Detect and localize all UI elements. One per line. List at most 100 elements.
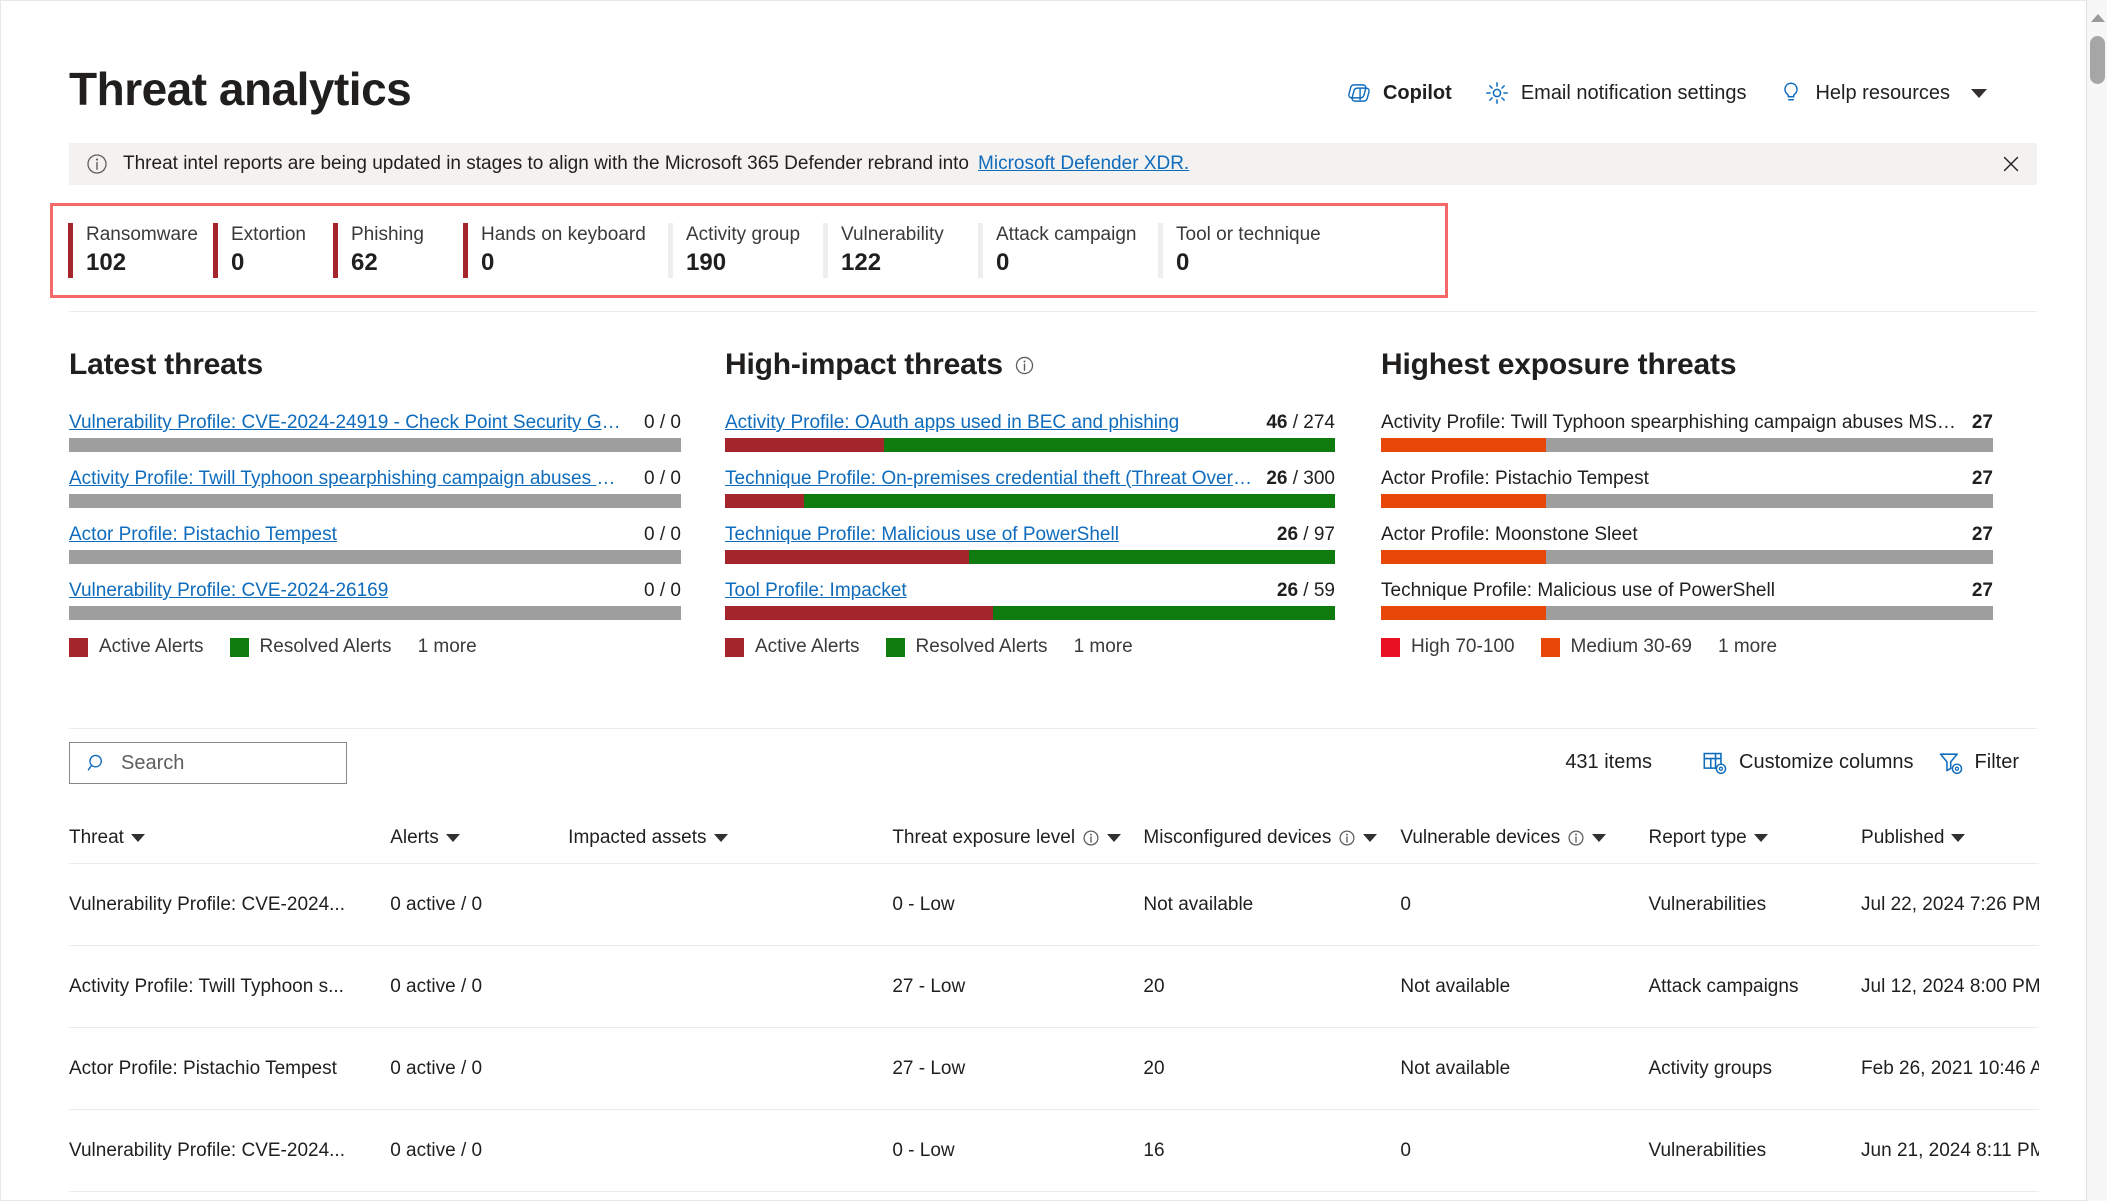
cell-report-type: Attack campaigns bbox=[1648, 975, 1799, 997]
column-header-label: Misconfigured devices bbox=[1143, 826, 1332, 848]
column-header-published[interactable]: Published bbox=[1861, 827, 2039, 849]
legend-item[interactable]: High 70-100 bbox=[1381, 636, 1515, 658]
info-icon[interactable] bbox=[1014, 355, 1035, 376]
table-row[interactable]: Actor Profile: Pistachio Tempest 0 active… bbox=[69, 1028, 2039, 1110]
threat-bar bbox=[1381, 606, 1993, 620]
column-header-threat[interactable]: Threat bbox=[69, 827, 390, 849]
legend-label: Active Alerts bbox=[99, 636, 204, 657]
cell-alerts: 0 active / 0 bbox=[390, 975, 483, 997]
info-icon[interactable] bbox=[1082, 829, 1100, 847]
legend-more[interactable]: 1 more bbox=[1074, 636, 1133, 658]
table-row[interactable]: Activity Profile: Twill Typhoon s... 0 ac… bbox=[69, 946, 2039, 1028]
chevron-down-icon[interactable] bbox=[1971, 88, 1987, 98]
cell-report-type: Vulnerabilities bbox=[1648, 1139, 1767, 1161]
cell-misconfigured: 20 bbox=[1143, 975, 1165, 997]
tile-value: 102 bbox=[86, 249, 127, 276]
threat-bar bbox=[69, 606, 681, 620]
chevron-down-icon[interactable] bbox=[1592, 833, 1607, 842]
scrollbar-thumb[interactable] bbox=[2090, 36, 2105, 84]
card-title: High-impact threats bbox=[725, 348, 1003, 381]
threat-value: 0 / 0 bbox=[644, 468, 681, 489]
legend-swatch bbox=[69, 637, 88, 657]
legend-item[interactable]: Resolved Alerts bbox=[229, 636, 392, 658]
cell-report-type: Activity groups bbox=[1648, 1057, 1773, 1079]
chevron-down-icon[interactable] bbox=[1753, 833, 1768, 842]
summary-tile[interactable]: Ransomware 102 bbox=[68, 223, 213, 278]
filter-label: Filter bbox=[1974, 751, 2019, 773]
threat-name[interactable]: Tool Profile: Impacket bbox=[725, 580, 907, 602]
gear-icon bbox=[1485, 82, 1508, 104]
column-header-alerts[interactable]: Alerts bbox=[390, 827, 568, 849]
threat-name[interactable]: Technique Profile: On-premises credentia… bbox=[725, 468, 1252, 490]
summary-tile[interactable]: Hands on keyboard 0 bbox=[463, 223, 668, 278]
help-resources-button[interactable]: Help resources bbox=[1762, 76, 2003, 110]
legend-item[interactable]: Active Alerts bbox=[725, 636, 860, 658]
vertical-scrollbar[interactable] bbox=[2086, 0, 2107, 1201]
threat-name[interactable]: Vulnerability Profile: CVE-2024-24919 - … bbox=[69, 412, 630, 434]
column-header-vulnerable-devices[interactable]: Vulnerable devices bbox=[1400, 827, 1648, 849]
cell-alerts: 0 active / 0 bbox=[390, 893, 483, 915]
legend-label: Active Alerts bbox=[755, 636, 860, 657]
column-header-label: Report type bbox=[1648, 826, 1747, 848]
summary-tile[interactable]: Vulnerability 122 bbox=[823, 223, 978, 278]
highest-exposure-rows: Activity Profile: Twill Typhoon spearphi… bbox=[1381, 412, 1993, 620]
copilot-label: Copilot bbox=[1382, 81, 1452, 104]
table-row[interactable]: Vulnerability Profile: CVE-2024... 0 acti… bbox=[69, 864, 2039, 946]
threat-value: 27 bbox=[1971, 468, 1993, 489]
column-header-impacted-assets[interactable]: Impacted assets bbox=[568, 827, 892, 849]
threat-bar bbox=[69, 494, 681, 508]
chevron-down-icon[interactable] bbox=[1363, 833, 1378, 842]
info-icon bbox=[87, 154, 107, 174]
info-icon[interactable] bbox=[1338, 829, 1356, 847]
chevron-down-icon[interactable] bbox=[445, 833, 460, 842]
info-icon[interactable] bbox=[1567, 829, 1585, 847]
cell-vulnerable: Not available bbox=[1400, 1057, 1511, 1079]
email-notification-settings-button[interactable]: Email notification settings bbox=[1468, 76, 1763, 110]
chevron-down-icon[interactable] bbox=[130, 833, 145, 842]
threat-name[interactable]: Activity Profile: OAuth apps used in BEC… bbox=[725, 412, 1179, 434]
chevron-down-icon[interactable] bbox=[1951, 833, 1966, 842]
filter-button[interactable]: Filter bbox=[1938, 750, 2019, 775]
legend-label: High 70-100 bbox=[1411, 636, 1515, 657]
summary-tile[interactable]: Phishing 62 bbox=[333, 223, 463, 278]
cell-report-type: Vulnerabilities bbox=[1648, 893, 1767, 915]
header-actions: Copilot Email notification settings Help… bbox=[1330, 76, 2003, 110]
legend-item[interactable]: Active Alerts bbox=[69, 636, 204, 658]
column-header-report-type[interactable]: Report type bbox=[1648, 827, 1861, 849]
threat-value: 0 / 0 bbox=[644, 524, 681, 545]
threat-name[interactable]: Technique Profile: Malicious use of Powe… bbox=[725, 524, 1119, 546]
search-input[interactable]: Search bbox=[69, 742, 347, 784]
threat-row: Vulnerability Profile: CVE-2024-26169 0 /… bbox=[69, 580, 681, 620]
scroll-up-arrow-icon[interactable] bbox=[2091, 14, 2105, 22]
threat-name[interactable]: Actor Profile: Pistachio Tempest bbox=[69, 524, 337, 546]
tile-label: Phishing bbox=[351, 224, 424, 245]
column-header-misconfigured-devices[interactable]: Misconfigured devices bbox=[1143, 827, 1400, 849]
summary-tile[interactable]: Activity group 190 bbox=[668, 223, 823, 278]
copilot-button[interactable]: Copilot bbox=[1330, 76, 1468, 110]
summary-tile[interactable]: Extortion 0 bbox=[213, 223, 333, 278]
threat-name[interactable]: Vulnerability Profile: CVE-2024-26169 bbox=[69, 580, 388, 602]
legend-more[interactable]: 1 more bbox=[1718, 636, 1777, 658]
threat-name[interactable]: Activity Profile: Twill Typhoon spearphi… bbox=[69, 468, 630, 490]
close-icon[interactable] bbox=[1999, 152, 2023, 176]
cell-exposure: 0 - Low bbox=[892, 1139, 955, 1161]
column-header-threat-exposure-level[interactable]: Threat exposure level bbox=[892, 827, 1143, 849]
cell-published: Jul 12, 2024 8:00 PM bbox=[1861, 975, 2039, 997]
customize-columns-button[interactable]: Customize columns bbox=[1702, 750, 1914, 775]
info-banner: Threat intel reports are being updated i… bbox=[69, 143, 2037, 185]
banner-link[interactable]: Microsoft Defender XDR. bbox=[978, 153, 1189, 175]
chevron-down-icon[interactable] bbox=[713, 833, 728, 842]
legend-item[interactable]: Medium 30-69 bbox=[1540, 636, 1692, 658]
cell-exposure: 0 - Low bbox=[892, 893, 955, 915]
cell-misconfigured: Not available bbox=[1143, 893, 1254, 915]
table-row[interactable]: Vulnerability Profile: CVE-2024... 0 acti… bbox=[69, 1110, 2039, 1192]
tile-value: 0 bbox=[231, 249, 245, 276]
summary-tile[interactable]: Attack campaign 0 bbox=[978, 223, 1158, 278]
summary-tile[interactable]: Tool or technique 0 bbox=[1158, 223, 1333, 278]
legend-more[interactable]: 1 more bbox=[418, 636, 477, 658]
bar-segment-orange bbox=[1381, 438, 1547, 452]
chevron-down-icon[interactable] bbox=[1107, 833, 1122, 842]
legend-item[interactable]: Resolved Alerts bbox=[885, 636, 1048, 658]
cell-threat: Vulnerability Profile: CVE-2024... bbox=[69, 893, 345, 915]
tile-value: 0 bbox=[481, 249, 495, 276]
